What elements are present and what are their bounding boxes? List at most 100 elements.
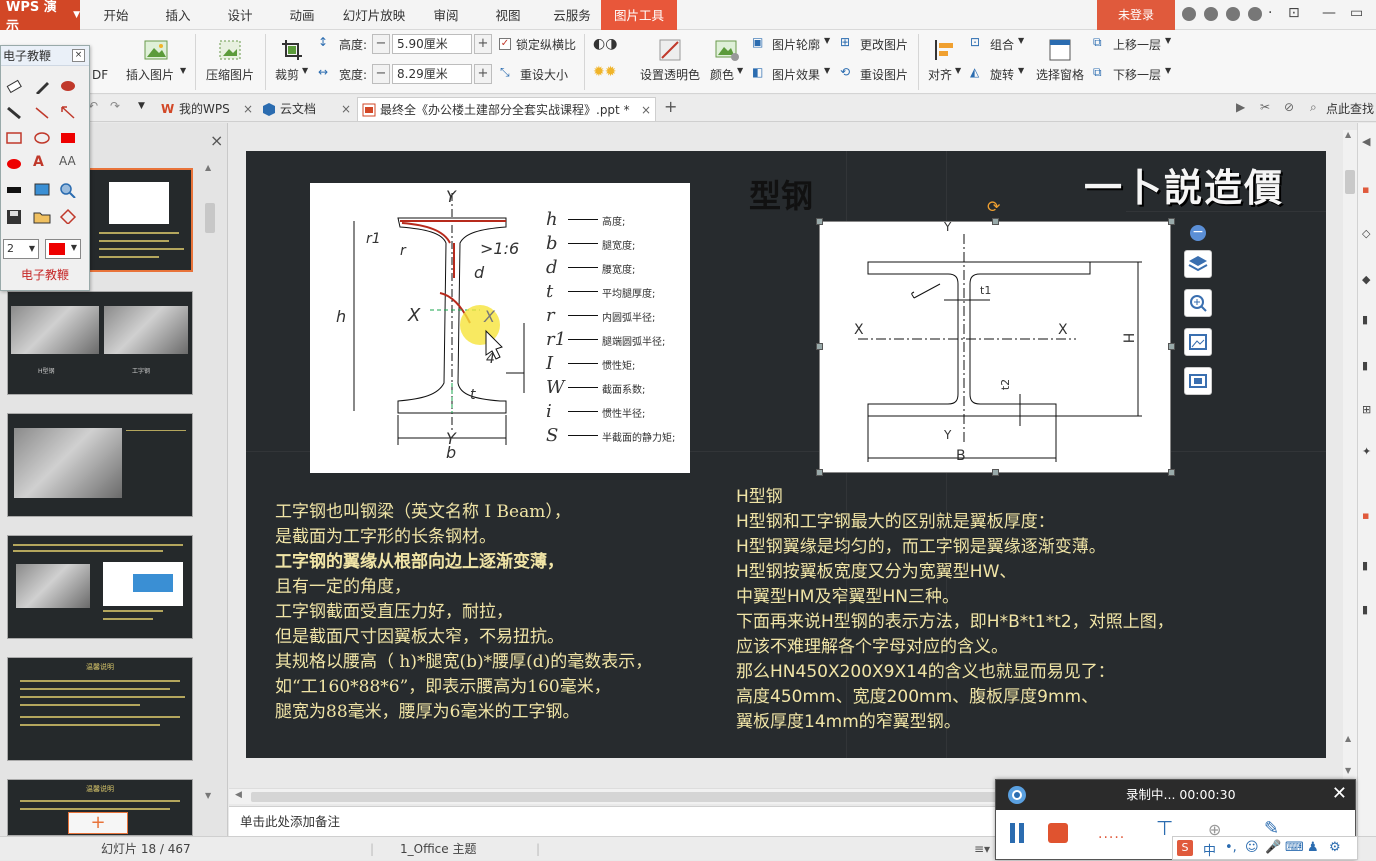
property-icon[interactable]: ▮ (1362, 359, 1376, 372)
pause-button[interactable] (1010, 823, 1024, 843)
width-decrease-button[interactable]: − (372, 64, 390, 84)
black-bar-icon[interactable] (5, 182, 23, 198)
font-size-icon[interactable]: AA (59, 154, 77, 170)
slide-thumbnail[interactable]: 温馨说明 (7, 657, 193, 761)
reset-picture-button[interactable]: 重设图片 (860, 66, 908, 83)
notes-field[interactable]: 单击此处添加备注 (229, 806, 999, 836)
height-increase-button[interactable]: + (474, 34, 492, 54)
highlighter-icon[interactable] (59, 78, 77, 94)
stop-button[interactable] (1048, 823, 1068, 843)
chevron-down-icon[interactable]: ▼ (302, 66, 308, 75)
filled-rectangle-icon[interactable] (59, 130, 77, 146)
close-icon[interactable]: ✕ (1332, 783, 1347, 804)
video-icon[interactable]: ▶ (1236, 100, 1245, 114)
slide-thumbnail[interactable] (7, 413, 193, 517)
slide-thumbnail[interactable] (7, 535, 193, 639)
scroll-up-icon[interactable]: ▲ (205, 163, 211, 172)
share-icon[interactable] (1226, 7, 1240, 21)
tab-picture-tools[interactable]: 图片工具 (601, 0, 677, 30)
resize-handle[interactable] (992, 469, 999, 476)
zoom-button[interactable] (1184, 289, 1212, 317)
crop-button[interactable]: 裁剪 (275, 66, 299, 83)
scroll-up-icon[interactable]: ▲ (1345, 130, 1351, 139)
scrollbar-thumb[interactable] (251, 792, 1001, 802)
rotate-button[interactable]: 旋转 (990, 66, 1014, 83)
tools-icon[interactable]: ▪ (1362, 509, 1376, 522)
width-input[interactable]: 8.29厘米 (392, 64, 472, 84)
compress-picture-button[interactable]: 压缩图片 (206, 66, 254, 83)
picture-outline-button[interactable]: 图片轮廓 (772, 36, 820, 53)
line-icon[interactable] (33, 104, 51, 120)
search-field[interactable]: 点此查找 (1326, 100, 1374, 117)
brush-icon[interactable] (5, 104, 23, 120)
chevron-down-icon[interactable]: ▼ (180, 66, 186, 75)
chevron-down-icon[interactable]: ▼ (1018, 36, 1024, 45)
tools-icon[interactable]: ✂ (1260, 100, 1270, 114)
resize-handle[interactable] (816, 218, 823, 225)
tab-animation[interactable]: 动画 (280, 0, 324, 30)
close-icon[interactable]: × (72, 49, 85, 62)
canvas-vertical-scrollbar[interactable]: ▲ ▲ ▼ (1343, 130, 1357, 780)
slide-title[interactable]: 型钢 (749, 171, 813, 217)
align-button[interactable]: 对齐 (928, 66, 952, 83)
help-icon[interactable] (1248, 7, 1262, 21)
tab-current-document[interactable]: 最终全《办公楼土建部分全套实战课程》.ppt * × (357, 97, 656, 121)
line-width-select[interactable]: 2 ▼ (3, 239, 39, 259)
lock-ratio-label[interactable]: 锁定纵横比 (516, 36, 576, 53)
maximize-icon[interactable]: ▭ (1350, 5, 1363, 21)
close-panel-icon[interactable]: × (210, 131, 223, 150)
tab-cloud-docs[interactable]: 云文档 × (258, 97, 355, 121)
settings-icon[interactable]: ⚙ (1329, 840, 1341, 855)
height-decrease-button[interactable]: − (372, 34, 390, 54)
text-tool-icon[interactable]: A (33, 154, 51, 170)
chevron-down-icon[interactable]: ▼ (955, 66, 961, 75)
redo-icon[interactable]: ↷ (110, 99, 120, 113)
sogou-icon[interactable]: S (1177, 840, 1193, 856)
clear-icon[interactable] (59, 208, 77, 224)
send-backward-button[interactable]: 下移一层 (1113, 66, 1161, 83)
selection-pane-button[interactable]: 选择窗格 (1036, 66, 1084, 83)
close-icon[interactable]: × (243, 97, 253, 121)
picture-button[interactable] (1184, 328, 1212, 356)
resize-handle[interactable] (1168, 343, 1175, 350)
set-transparent-button[interactable]: 设置透明色 (640, 66, 700, 83)
h-beam-diagram[interactable]: Y Y X X H B t1 t2 (819, 220, 1171, 473)
resize-handle[interactable] (1168, 469, 1175, 476)
arrow-icon[interactable] (59, 104, 77, 120)
tab-design[interactable]: 设计 (218, 0, 262, 30)
group-button[interactable]: 组合 (990, 36, 1014, 53)
chevron-down-icon[interactable]: ▼ (1165, 66, 1171, 75)
save-icon[interactable] (5, 208, 23, 224)
filled-ellipse-icon[interactable] (5, 156, 23, 172)
pin-icon[interactable]: ⊘ (1284, 100, 1294, 114)
slide[interactable]: 一卜説造價 Y Y X X h b d t r r1 >1:6 4 h 高度; … (246, 151, 1326, 758)
restore-ribbon-icon[interactable]: ⊡ (1288, 5, 1300, 21)
scroll-down-icon[interactable]: ▼ (205, 791, 211, 800)
canvas-horizontal-scrollbar[interactable]: ◀ (229, 788, 1001, 804)
chevron-down-icon[interactable]: ▼ (1018, 66, 1024, 75)
chevron-down-icon[interactable]: ▼ (737, 66, 743, 75)
open-folder-icon[interactable] (33, 208, 51, 224)
rectangle-icon[interactable] (5, 130, 23, 146)
picture-effect-button[interactable]: 图片效果 (772, 66, 820, 83)
scroll-down-icon[interactable]: ▼ (1345, 766, 1351, 775)
emoji-icon[interactable]: ☺ (1245, 840, 1259, 855)
pointer-icon[interactable]: ⊤ (1156, 816, 1173, 840)
new-icon[interactable]: ▪ (1362, 183, 1376, 196)
insert-picture-button[interactable]: 插入图片 (126, 66, 174, 83)
animation-icon[interactable]: ◇ (1362, 227, 1376, 240)
close-icon[interactable]: × (341, 97, 351, 121)
ellipse-icon[interactable] (33, 130, 51, 146)
tab-slideshow[interactable]: 幻灯片放映 (337, 0, 411, 30)
screen-icon[interactable] (33, 182, 51, 198)
transfer-icon[interactable]: ⊞ (1362, 403, 1376, 416)
contrast-icon[interactable]: ◐◑ (593, 36, 617, 52)
mic-icon[interactable]: 🎤 (1265, 840, 1281, 855)
eraser-icon[interactable] (5, 78, 23, 94)
resize-handle[interactable] (816, 343, 823, 350)
scrollbar-thumb[interactable] (1345, 170, 1355, 194)
close-icon[interactable]: × (641, 98, 651, 122)
layers-button[interactable] (1184, 250, 1212, 278)
shirt-icon[interactable] (1204, 7, 1218, 21)
tab-review[interactable]: 审阅 (424, 0, 468, 30)
